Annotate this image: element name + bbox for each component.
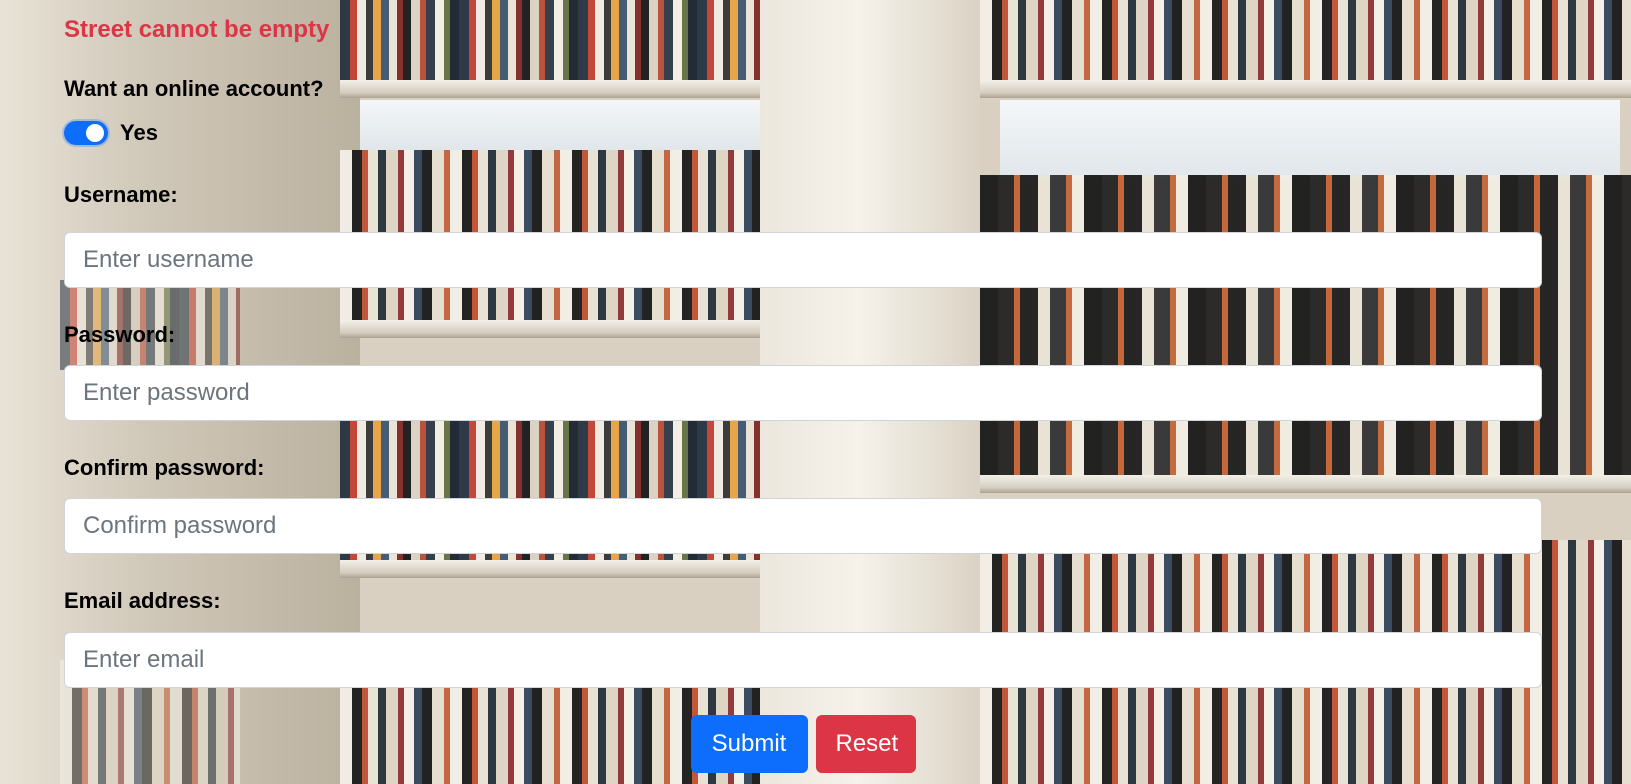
online-account-question: Want an online account? bbox=[64, 76, 324, 101]
online-account-toggle[interactable] bbox=[64, 121, 108, 145]
registration-page: Street cannot be empty Want an online ac… bbox=[0, 0, 1631, 784]
submit-button[interactable]: Submit bbox=[690, 715, 808, 773]
street-error-message: Street cannot be empty bbox=[64, 16, 330, 43]
email-input[interactable] bbox=[64, 632, 1542, 688]
online-account-toggle-row: Yes bbox=[64, 118, 158, 148]
password-label: Password: bbox=[64, 322, 176, 347]
confirm-password-input[interactable] bbox=[64, 498, 1542, 554]
form-buttons: Submit Reset bbox=[64, 715, 1542, 773]
username-input[interactable] bbox=[64, 232, 1542, 288]
username-label: Username: bbox=[64, 182, 178, 207]
email-label: Email address: bbox=[64, 588, 221, 613]
reset-button[interactable]: Reset bbox=[815, 715, 916, 773]
toggle-knob bbox=[86, 124, 104, 142]
confirm-password-label: Confirm password: bbox=[64, 455, 265, 480]
online-account-toggle-label[interactable]: Yes bbox=[120, 120, 158, 146]
password-input[interactable] bbox=[64, 365, 1542, 421]
